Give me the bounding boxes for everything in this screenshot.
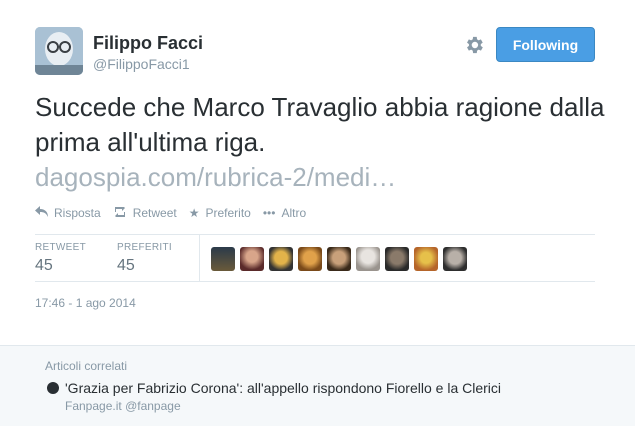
favorite-button[interactable]: ★ Preferito (189, 206, 251, 220)
favoriter-avatar[interactable] (414, 247, 438, 271)
tweet-stats: RETWEET 45 PREFERITI 45 (35, 234, 595, 282)
stats-divider (199, 235, 200, 281)
retweet-count: 45 (35, 257, 53, 274)
favorite-label: Preferito (205, 206, 251, 220)
related-heading: Articoli correlati (45, 359, 128, 373)
favorites-stat[interactable]: PREFERITI 45 (117, 242, 172, 275)
reply-icon (35, 206, 48, 220)
favoriter-avatars (211, 247, 472, 271)
retweet-stat-label: RETWEET (35, 242, 86, 253)
favoriter-avatar[interactable] (443, 247, 467, 271)
favorites-stat-label: PREFERITI (117, 242, 172, 253)
tweet-link[interactable]: dagospia.com/rubrica-2/medi… (35, 160, 610, 195)
favoriter-avatar[interactable] (385, 247, 409, 271)
favorites-count: 45 (117, 257, 135, 274)
more-icon: ••• (262, 206, 276, 220)
related-source-name: Fanpage.it (65, 399, 122, 413)
more-button[interactable]: ••• Altro (263, 206, 306, 220)
retweet-label: Retweet (132, 206, 177, 220)
favoriter-avatar[interactable] (356, 247, 380, 271)
favoriter-avatar[interactable] (240, 247, 264, 271)
related-source-handle: @fanpage (125, 399, 181, 413)
related-title[interactable]: 'Grazia per Fabrizio Corona': all'appell… (65, 380, 501, 396)
retweet-button[interactable]: Retweet (113, 205, 177, 220)
more-label: Altro (281, 206, 307, 220)
author-handle[interactable]: @FilippoFacci1 (93, 56, 190, 72)
tweet-actions: Risposta Retweet ★ Preferito ••• Altro (35, 205, 318, 220)
related-source[interactable]: Fanpage.it @fanpage (65, 399, 181, 413)
tweet-timestamp[interactable]: 17:46 - 1 ago 2014 (35, 296, 136, 310)
tweet-body: Succede che Marco Travaglio abbia ragion… (35, 92, 605, 157)
avatar[interactable] (35, 27, 83, 75)
favoriter-avatar[interactable] (269, 247, 293, 271)
star-icon: ★ (188, 206, 200, 220)
reply-label: Risposta (54, 206, 101, 220)
related-articles: Articoli correlati 'Grazia per Fabrizio … (0, 345, 635, 426)
following-button[interactable]: Following (496, 27, 595, 62)
reply-button[interactable]: Risposta (35, 206, 101, 220)
source-logo-icon (47, 382, 59, 394)
retweet-stat[interactable]: RETWEET 45 (35, 242, 86, 275)
retweet-icon (113, 205, 127, 220)
author-name[interactable]: Filippo Facci (93, 33, 203, 54)
gear-icon[interactable] (463, 34, 485, 56)
tweet-card: Filippo Facci @FilippoFacci1 Following S… (0, 0, 635, 345)
favoriter-avatar[interactable] (327, 247, 351, 271)
favoriter-avatar[interactable] (211, 247, 235, 271)
favoriter-avatar[interactable] (298, 247, 322, 271)
tweet-text: Succede che Marco Travaglio abbia ragion… (35, 90, 610, 195)
